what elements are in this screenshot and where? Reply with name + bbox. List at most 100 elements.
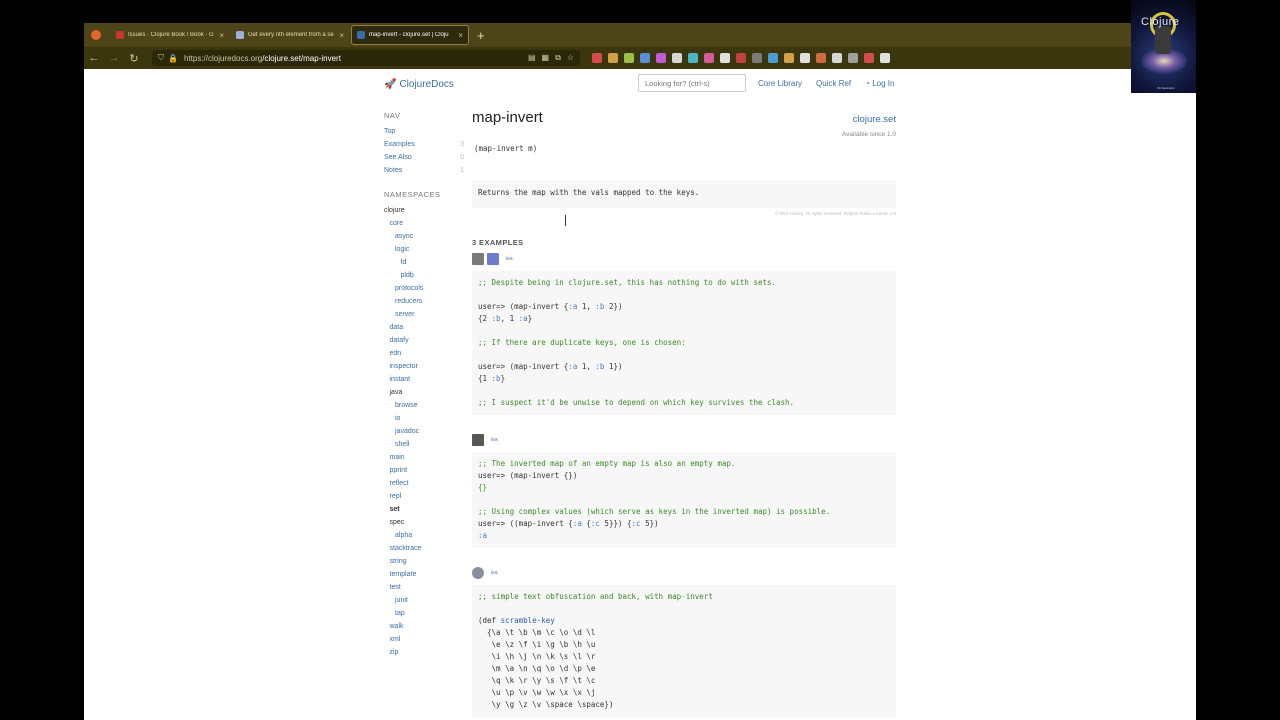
nav-log-in[interactable]: ◔ Log In [865,79,894,88]
namespace-link[interactable]: zip [384,649,464,662]
sidebar-nav-item[interactable]: Top [384,128,464,141]
namespace-link[interactable]: clojure [384,207,464,220]
code-token: user=> (map-invert { [478,362,569,371]
namespace-link[interactable]: junit [384,597,464,610]
nav-quick-ref[interactable]: Quick Ref [816,79,851,88]
namespace-link[interactable]: alpha [384,532,464,545]
extension-icon[interactable] [800,53,810,63]
nav-item-count: 0 [460,154,464,161]
url-bar[interactable]: ⛉ 🔒 https://clojuredocs.org/clojure.set/… [152,50,580,66]
namespace-link[interactable]: server [384,311,464,324]
namespace-link[interactable]: data [384,324,464,337]
new-tab-button[interactable]: + [477,28,485,43]
namespace-link[interactable]: logic [384,246,464,259]
namespace-link[interactable]: javadoc [384,428,464,441]
back-button[interactable]: ← [84,52,104,64]
bookmark-star-icon[interactable]: ☆ [567,53,574,63]
firefox-icon[interactable] [91,30,101,40]
avatar[interactable] [472,433,484,446]
namespace-link[interactable]: main [384,454,464,467]
tab-close-icon[interactable]: × [458,31,463,40]
url-text[interactable]: https://clojuredocs.org/clojure.set/map-… [184,54,528,63]
tab-close-icon[interactable]: × [339,31,344,40]
namespace-link[interactable]: shell [384,441,464,454]
site-logo[interactable]: 🚀 ClojureDocs [384,79,454,90]
code-token: 2}) [604,302,623,311]
namespace-link[interactable]: set [384,506,464,519]
browser-tab[interactable]: map-invert - clojure.set | Cloju × [351,25,469,45]
namespace-link[interactable]: protocols [384,285,464,298]
extension-icon[interactable] [768,53,778,63]
reader-view-icon[interactable]: ▤ [528,53,536,63]
namespace-link[interactable]: io [384,415,464,428]
nav-item-label: See Also [384,154,412,161]
extension-icon[interactable] [608,53,618,63]
namespace-link[interactable]: reducers [384,298,464,311]
extension-icon[interactable] [704,53,714,63]
screenshot-icon[interactable]: ⧉ [555,53,561,63]
shield-icon[interactable]: ⛉ [158,53,164,63]
browser-tab[interactable]: Issues · Clojure Book / Book · G × [111,25,229,45]
extension-icons [592,53,890,63]
code-token: 1, [577,362,596,371]
sidebar-nav-item[interactable]: Notes 1 [384,167,464,180]
extension-icon[interactable] [736,53,746,63]
namespace-link[interactable]: pldb [384,272,464,285]
extension-icon[interactable] [592,53,602,63]
extension-icon[interactable] [720,53,730,63]
namespace-link[interactable]: repl [384,493,464,506]
extension-icon[interactable] [656,53,666,63]
extension-icon[interactable] [832,53,842,63]
namespace-link[interactable]: async [384,233,464,246]
namespace-link[interactable]: stacktrace [384,545,464,558]
extension-icon[interactable] [880,53,890,63]
namespace-link[interactable]: walk [384,623,464,636]
example-link[interactable]: link [491,437,498,442]
code-token: {} [478,483,488,492]
example-link[interactable]: link [491,570,498,575]
namespace-link[interactable]: reflect [384,480,464,493]
namespace-link[interactable]: instant [384,376,464,389]
search-input[interactable] [638,74,746,92]
namespace-link[interactable]: spec [384,519,464,532]
extension-icon[interactable] [816,53,826,63]
extension-icon[interactable] [640,53,650,63]
namespace-link[interactable]: inspector [384,363,464,376]
namespace-link[interactable]: datafy [384,337,464,350]
avatar[interactable] [487,252,499,265]
example-link[interactable]: link [506,256,513,261]
namespace-link[interactable]: fd [384,259,464,272]
sidebar: NAV Top Examples 3 See Also 0 Notes 1 NAMESPAC… [384,109,464,662]
extension-icon[interactable] [624,53,634,63]
extension-icon[interactable] [688,53,698,63]
extension-icon[interactable] [848,53,858,63]
extension-icon[interactable] [784,53,794,63]
namespace-link[interactable]: template [384,571,464,584]
reload-button[interactable]: ↻ [124,52,144,65]
lock-icon[interactable]: 🔒 [168,54,178,63]
code-token: {1 [478,374,492,383]
avatar[interactable] [472,252,484,265]
grid-icon[interactable]: ▦ [542,53,550,63]
browser-tab[interactable]: Get every nth element from a se × [231,25,349,45]
extension-icon[interactable] [864,53,874,63]
namespace-link[interactable]: tap [384,610,464,623]
namespace-link[interactable]: clojure.set [853,114,896,125]
namespace-link[interactable]: browse [384,402,464,415]
sidebar-nav-item[interactable]: Examples 3 [384,141,464,154]
namespace-link[interactable]: core [384,220,464,233]
extension-icon[interactable] [672,53,682,63]
extension-icon[interactable] [752,53,762,63]
namespace-link[interactable]: edn [384,350,464,363]
namespace-link[interactable]: test [384,584,464,597]
webcam-subtitle: Orchestration [1157,86,1176,90]
forward-button[interactable]: → [104,52,124,64]
namespace-link[interactable]: string [384,558,464,571]
namespace-link[interactable]: java [384,389,464,402]
tab-close-icon[interactable]: × [219,31,224,40]
sidebar-nav-item[interactable]: See Also 0 [384,154,464,167]
nav-core-library[interactable]: Core Library [758,79,802,88]
namespace-link[interactable]: pprint [384,467,464,480]
avatar[interactable] [472,566,484,579]
namespace-link[interactable]: xml [384,636,464,649]
